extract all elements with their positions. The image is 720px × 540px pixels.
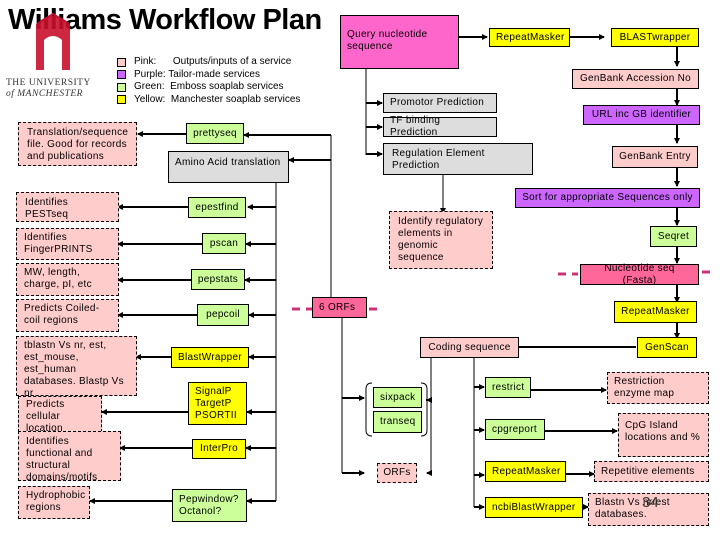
legend-label: Green: Emboss soaplab services	[134, 81, 284, 92]
node-promotor-prediction[interactable]: Promotor Prediction	[383, 93, 497, 113]
node-interpro[interactable]: InterPro	[192, 439, 246, 459]
output-functional-domains[interactable]: Identifies functional and structural dom…	[18, 431, 121, 483]
slide-number: 34	[642, 494, 659, 511]
university-logo: THE UNIVERSITY of MANCHESTER	[6, 78, 91, 100]
output-cellular-location[interactable]: Predicts cellular location	[18, 396, 102, 434]
output-hydrophobic[interactable]: Hydrophobic regions	[18, 486, 90, 519]
node-epestfind[interactable]: epestfind	[188, 197, 246, 218]
node-genbank-accession[interactable]: GenBank Accession No	[572, 69, 699, 89]
node-pscan[interactable]: pscan	[202, 233, 246, 254]
node-seqret[interactable]: Seqret	[650, 226, 697, 247]
output-orfs[interactable]: ORFs	[377, 463, 417, 483]
legend-label: Yellow: Manchester soaplab services	[134, 93, 301, 105]
output-identify-regulatory[interactable]: Identify regulatory elements in genomic …	[389, 211, 493, 269]
node-pepcoil[interactable]: pepcoil	[197, 304, 249, 326]
legend-item-green: Green: Emboss soaplab services	[117, 81, 300, 94]
node-nucleotide-fasta[interactable]: Nucleotide seq (Fasta)	[580, 263, 699, 286]
node-regulation-element-prediction[interactable]: Regulation Element Prediction	[383, 143, 533, 175]
node-genscan[interactable]: GenScan	[637, 337, 697, 358]
node-url-gb-identifier[interactable]: URL inc GB identifier	[583, 105, 700, 125]
node-restrict[interactable]: restrict	[485, 377, 531, 398]
legend-item-purple: Purple: Tailor-made services	[117, 69, 300, 82]
node-pepstats[interactable]: pepstats	[191, 269, 245, 290]
legend-item-pink: Pink: Outputs/inputs of a service	[117, 56, 300, 69]
output-mw-length[interactable]: MW, length, charge, pI, etc	[16, 263, 119, 296]
university-line1: THE UNIVERSITY	[6, 78, 91, 88]
output-translation-file[interactable]: Translation/sequence file. Good for reco…	[18, 122, 137, 166]
node-repeatmasker-mid[interactable]: RepeatMasker	[614, 301, 697, 323]
node-tf-binding-prediction[interactable]: TF binding Prediction	[383, 115, 497, 138]
legend-label: Pink: Outputs/inputs of a service	[134, 56, 292, 67]
legend-item-yellow: Yellow: Manchester soaplab services	[117, 94, 300, 107]
output-repetitive-elements[interactable]: Repetitive elements	[594, 461, 709, 482]
node-query-sequence[interactable]: Query nucleotide sequence	[340, 15, 459, 69]
pink-swatch-icon	[117, 57, 126, 67]
node-sort-sequences[interactable]: Sort for appropriate Sequences only	[515, 188, 700, 208]
node-genbank-entry[interactable]: GenBank Entry	[612, 146, 698, 168]
node-signalp-targetp-psortii[interactable]: SignalP TargetP PSORTII	[188, 382, 247, 425]
node-repeatmasker-bottom[interactable]: RepeatMasker	[485, 461, 566, 482]
node-blastwrapper-left[interactable]: BlastWrapper	[171, 347, 249, 368]
university-crest-icon	[36, 12, 70, 70]
green-swatch-icon	[117, 82, 126, 92]
node-cpgreport[interactable]: cpgreport	[485, 419, 545, 440]
node-ncbiblastwrapper[interactable]: ncbiBlastWrapper	[485, 497, 583, 518]
output-tblastn[interactable]: tblastn Vs nr, est, est_mouse, est_human…	[16, 336, 137, 399]
node-prettyseq[interactable]: prettyseq	[186, 123, 244, 144]
node-sixpack[interactable]: sixpack	[373, 387, 422, 408]
node-repeatmasker-top[interactable]: RepeatMasker	[489, 28, 570, 47]
bracket-left	[365, 382, 373, 437]
legend-label: Purple: Tailor-made services	[134, 68, 260, 80]
node-transeq[interactable]: transeq	[373, 411, 422, 433]
node-amino-acid-translation[interactable]: Amino Acid translation	[168, 151, 289, 183]
node-six-orfs[interactable]: 6 ORFs	[312, 297, 367, 318]
output-cpg-island[interactable]: CpG Island locations and %	[618, 413, 709, 457]
node-blastwrapper-top[interactable]: BLASTwrapper	[611, 28, 699, 47]
output-restriction-map[interactable]: Restriction enzyme map	[607, 372, 709, 404]
node-coding-sequence[interactable]: Coding sequence	[420, 337, 519, 358]
node-pepwindow-octanol[interactable]: Pepwindow? Octanol?	[172, 489, 247, 522]
yellow-swatch-icon	[117, 95, 126, 105]
output-pestseq[interactable]: Identifies PESTseq	[16, 192, 119, 222]
purple-swatch-icon	[117, 70, 126, 80]
legend: Pink: Outputs/inputs of a service Purple…	[117, 56, 300, 106]
output-coiled-coil[interactable]: Predicts Coiled-coil regions	[16, 299, 119, 332]
output-fingerprints[interactable]: Identifies FingerPRINTS	[16, 228, 119, 260]
university-line2: of MANCHESTER	[6, 89, 83, 99]
